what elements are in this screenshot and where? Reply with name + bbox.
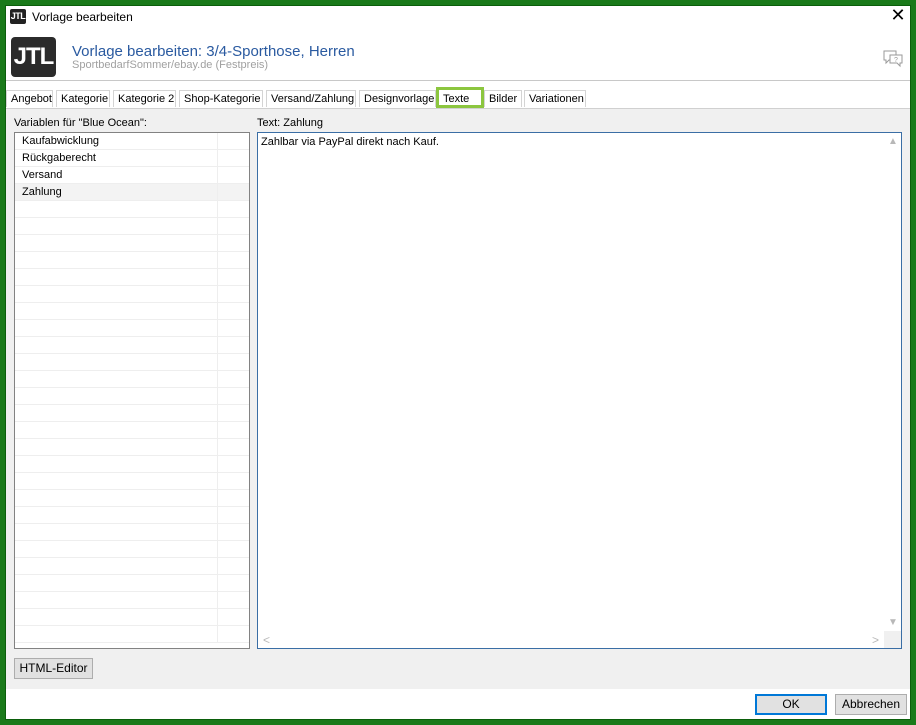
dialog-window: JTL Vorlage bearbeiten ✕ JTL Vorlage bea… [5, 5, 911, 720]
tab-bilder[interactable]: Bilder [484, 90, 522, 107]
variables-label: Variablen für "Blue Ocean": [14, 117, 147, 129]
empty-list-row [15, 405, 249, 422]
text-editor[interactable]: Zahlbar via PayPal direkt nach Kauf. ▲ ▼… [257, 132, 902, 649]
help-chat-icon[interactable]: ? [882, 48, 904, 68]
page-subtitle: SportbedarfSommer/ebay.de (Festpreis) [72, 59, 269, 71]
text-label: Text: Zahlung [257, 117, 324, 129]
empty-list-row [15, 337, 249, 354]
html-editor-button[interactable]: HTML-Editor [14, 658, 93, 679]
empty-list-row [15, 201, 249, 218]
empty-list-row [15, 541, 249, 558]
empty-list-row [15, 626, 249, 643]
empty-list-row [15, 218, 249, 235]
scroll-down-icon[interactable]: ▼ [888, 617, 898, 628]
empty-list-row [15, 490, 249, 507]
title-bar: JTL Vorlage bearbeiten ✕ [6, 6, 910, 28]
tab-designvorlage[interactable]: Designvorlage [359, 90, 436, 107]
scroll-left-icon[interactable]: < [263, 633, 270, 647]
variables-list: Kaufabwicklung Rückgaberecht Versand Zah… [14, 132, 250, 649]
empty-list-row [15, 303, 249, 320]
empty-list-row [15, 354, 249, 371]
window-title: Vorlage bearbeiten [32, 10, 133, 24]
empty-list-row [15, 388, 249, 405]
empty-list-row [15, 235, 249, 252]
dialog-footer: OK Abbrechen [6, 689, 910, 719]
tab-bar: Angebot Kategorie Kategorie 2 Shop-Kateg… [6, 87, 910, 109]
empty-list-row [15, 558, 249, 575]
scroll-right-icon[interactable]: > [872, 633, 879, 647]
list-item-selected[interactable]: Zahlung [15, 184, 249, 201]
empty-list-row [15, 269, 249, 286]
empty-list-row [15, 507, 249, 524]
tab-kategorie[interactable]: Kategorie [56, 90, 110, 107]
empty-list-row [15, 371, 249, 388]
tab-versand-zahlung[interactable]: Versand/Zahlung [266, 90, 356, 107]
ok-button[interactable]: OK [755, 694, 827, 715]
vertical-scrollbar[interactable]: ▲ ▼ [884, 133, 901, 631]
list-item[interactable]: Kaufabwicklung [15, 133, 249, 150]
empty-list-row [15, 575, 249, 592]
empty-list-row [15, 524, 249, 541]
tab-angebot[interactable]: Angebot [6, 90, 53, 107]
tab-texte[interactable]: Texte [436, 87, 484, 108]
cancel-button[interactable]: Abbrechen [835, 694, 907, 715]
header: JTL Vorlage bearbeiten: 3/4-Sporthose, H… [6, 28, 910, 81]
text-editor-value[interactable]: Zahlbar via PayPal direkt nach Kauf. [261, 136, 439, 148]
tab-kategorie-2[interactable]: Kategorie 2 [113, 90, 176, 107]
list-item[interactable]: Rückgaberecht [15, 150, 249, 167]
empty-list-row [15, 592, 249, 609]
empty-list-row [15, 252, 249, 269]
jtl-logo: JTL [11, 37, 56, 77]
page-title: Vorlage bearbeiten: 3/4-Sporthose, Herre… [72, 43, 355, 60]
horizontal-scrollbar[interactable]: < > [258, 631, 884, 648]
svg-text:?: ? [894, 57, 898, 64]
empty-list-row [15, 609, 249, 626]
empty-list-row [15, 439, 249, 456]
tab-content-texte: Variablen für "Blue Ocean": Text: Zahlun… [6, 109, 910, 689]
list-item[interactable]: Versand [15, 167, 249, 184]
empty-list-row [15, 473, 249, 490]
empty-list-row [15, 456, 249, 473]
empty-list-row [15, 286, 249, 303]
close-icon[interactable]: ✕ [890, 6, 906, 25]
empty-list-row [15, 320, 249, 337]
tab-shop-kategorie[interactable]: Shop-Kategorie [179, 90, 263, 107]
empty-list-row [15, 422, 249, 439]
tab-variationen[interactable]: Variationen [524, 90, 586, 107]
scroll-up-icon[interactable]: ▲ [888, 136, 898, 147]
scrollbar-corner [884, 631, 901, 648]
jtl-app-icon: JTL [10, 9, 26, 24]
